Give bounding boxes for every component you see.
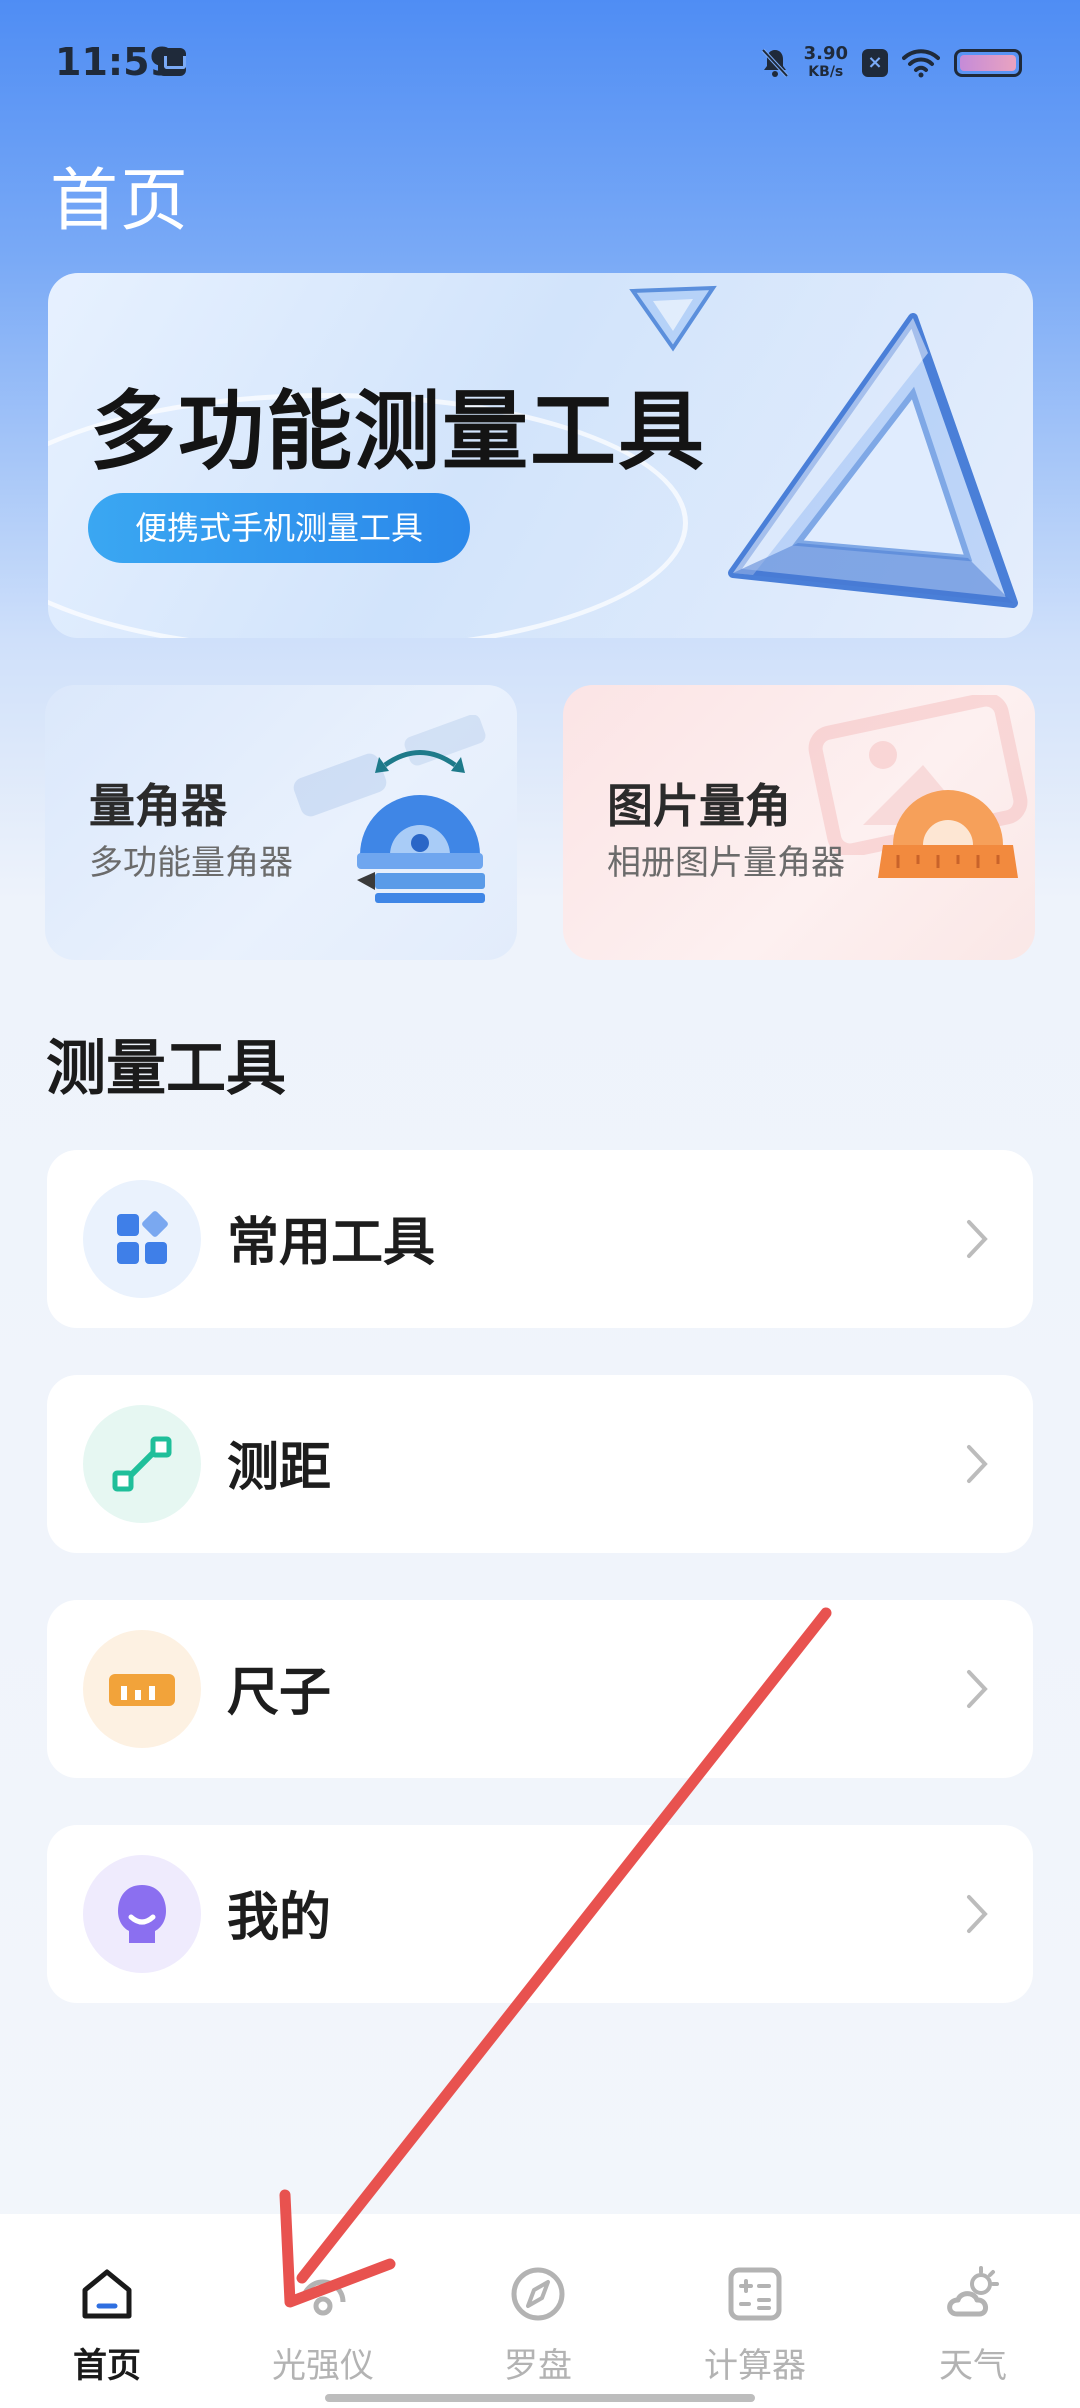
feature-card-protractor[interactable]: 量角器 多功能量角器 [45, 685, 517, 960]
tool-row-label: 测距 [227, 1438, 332, 1498]
tool-row-mine[interactable]: 我的 [47, 1825, 1033, 2003]
small-crystal-triangle-icon [629, 285, 717, 352]
tool-row-label: 尺子 [227, 1663, 332, 1723]
nav-tab-label: 罗盘 [504, 2346, 572, 2386]
page-title: 首页 [50, 162, 191, 241]
tool-row-distance[interactable]: 测距 [47, 1375, 1033, 1553]
chevron-right-icon [967, 1445, 988, 1483]
nav-tab-weather[interactable]: 天气 [888, 2262, 1058, 2402]
network-speed: 3.90 KB/s [804, 45, 848, 81]
feature-card-subtitle: 相册图片量角器 [607, 843, 845, 883]
network-speed-value: 3.90 [803, 43, 848, 64]
orange-protractor-icon [878, 790, 1018, 878]
nav-tab-home[interactable]: 首页 [22, 2262, 192, 2402]
bell-muted-icon [761, 48, 789, 78]
light-meter-icon [300, 2279, 346, 2316]
banner-tagline-pill: 便携式手机测量工具 [88, 493, 470, 563]
nav-tab-label: 首页 [73, 2346, 141, 2386]
section-title: 测量工具 [46, 1034, 286, 1104]
status-icons: 3.90 KB/s × [760, 40, 1022, 86]
nav-tab-light-meter[interactable]: 光强仪 [238, 2262, 408, 2402]
promo-banner[interactable]: 多功能测量工具 便携式手机测量工具 [48, 273, 1033, 638]
chevron-right-icon [967, 1895, 988, 1933]
grid-apps-icon [83, 1180, 201, 1298]
battery-icon [954, 49, 1022, 77]
nav-tab-label: 计算器 [704, 2346, 806, 2386]
crystal-triangle-icon [728, 313, 1018, 608]
nav-tab-compass[interactable]: 罗盘 [453, 2262, 623, 2402]
compass-icon [511, 2267, 565, 2321]
tool-row-common-tools[interactable]: 常用工具 [47, 1150, 1033, 1328]
nav-tab-label: 天气 [939, 2346, 1007, 2386]
feature-card-title: 量角器 [89, 779, 227, 833]
x-badge-icon: × [862, 49, 888, 77]
measure-distance-icon [83, 1405, 201, 1523]
nav-tab-label: 光强仪 [272, 2346, 374, 2386]
bottom-navigation-bar: 首页 光强仪 罗盘 计算器 天气 [0, 2214, 1080, 2408]
ruler-icon [83, 1630, 201, 1748]
banner-title: 多功能测量工具 [90, 382, 706, 482]
feature-card-photo-angle[interactable]: 图片量角 相册图片量角器 [563, 685, 1035, 960]
feature-card-subtitle: 多功能量角器 [89, 843, 293, 883]
calculator-icon [728, 2267, 782, 2321]
chevron-right-icon [967, 1670, 988, 1708]
tool-row-ruler[interactable]: 尺子 [47, 1600, 1033, 1778]
profile-avatar-icon [83, 1855, 201, 1973]
nav-tab-calculator[interactable]: 计算器 [670, 2262, 840, 2402]
chevron-right-icon [967, 1220, 988, 1258]
sim-card-icon [158, 48, 186, 76]
home-indicator-bar [325, 2394, 755, 2402]
tool-row-label: 常用工具 [227, 1213, 436, 1273]
feature-card-title: 图片量角 [607, 779, 791, 833]
tool-row-label: 我的 [227, 1888, 332, 1948]
home-icon [82, 2269, 132, 2319]
status-bar: 11:59 3.90 KB/s × [0, 0, 1080, 130]
protractor-icon [357, 750, 485, 903]
network-speed-unit: KB/s [808, 64, 844, 80]
weather-icon [947, 2266, 999, 2317]
wifi-icon [902, 49, 940, 78]
